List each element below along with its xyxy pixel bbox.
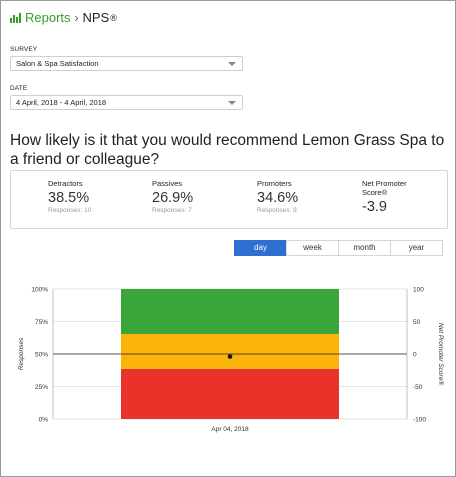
stat-value: -3.9 <box>362 199 387 215</box>
stat-label: Promoters <box>257 179 292 188</box>
stat-value: 34.6% <box>257 190 299 206</box>
y-axis-title: Responses <box>18 337 25 370</box>
survey-label: SURVEY <box>10 46 38 53</box>
chevron-down-icon <box>228 101 236 105</box>
chevron-down-icon <box>228 62 236 66</box>
y-tick-label: 25% <box>35 384 48 391</box>
bar-passives <box>121 333 339 369</box>
stat-detractors: Detractors 38.5% Responses: 10 <box>48 179 91 214</box>
bar-detractors <box>121 368 339 419</box>
survey-select[interactable]: Salon & Spa Satisfaction <box>10 56 243 71</box>
app-window: Reports › NPS ® SURVEY Salon & Spa Satis… <box>0 0 456 477</box>
y2-axis-title: Net Promoter Score® <box>437 323 445 385</box>
period-week-button[interactable]: week <box>286 240 339 256</box>
survey-select-value: Salon & Spa Satisfaction <box>16 59 99 68</box>
nps-chart: 0% 25% 50% 75% 100% -100 -50 0 50 100 Responses Net… <box>18 287 445 434</box>
stat-nps: Net Promoter Score® -3.9 <box>362 179 432 215</box>
registered-mark: ® <box>110 12 117 23</box>
stat-label: Net Promoter Score® <box>362 179 407 197</box>
nps-point <box>227 354 233 359</box>
period-day-button[interactable]: day <box>234 240 287 256</box>
breadcrumb: Reports › NPS ® <box>10 10 117 25</box>
stat-responses: Responses: 10 <box>48 207 92 214</box>
x-tick-label: Apr 04, 2018 <box>211 426 249 433</box>
y-tick-label: 0% <box>39 417 49 424</box>
stat-promoters: Promoters 34.6% Responses: 9 <box>257 179 298 214</box>
y2-tick-label: 100 <box>413 287 424 294</box>
y2-tick-label: -100 <box>413 417 426 424</box>
stat-value: 26.9% <box>152 190 194 206</box>
y2-tick-label: 0 <box>413 352 417 359</box>
y-tick-label: 50% <box>35 352 48 359</box>
period-month-button[interactable]: month <box>338 240 391 256</box>
stat-label: Passives <box>152 179 183 188</box>
y-tick-label: 75% <box>35 319 48 326</box>
stat-responses: Responses: 7 <box>152 207 192 214</box>
period-selector: day week month year <box>234 240 443 256</box>
y-tick-label: 100% <box>31 287 48 294</box>
bar-chart-icon <box>10 12 21 23</box>
breadcrumb-separator: › <box>74 10 79 25</box>
survey-question: How likely is it that you would recommen… <box>10 132 445 168</box>
stat-label: Detractors <box>48 179 83 188</box>
stat-passives: Passives 26.9% Responses: 7 <box>152 179 193 214</box>
date-select[interactable]: 4 April, 2018 - 4 April, 2018 <box>10 95 243 110</box>
date-label: DATE <box>10 85 28 92</box>
date-select-value: 4 April, 2018 - 4 April, 2018 <box>16 98 107 107</box>
stat-responses: Responses: 9 <box>257 207 297 214</box>
y2-tick-label: 50 <box>413 319 421 326</box>
stat-value: 38.5% <box>48 190 90 206</box>
breadcrumb-reports-link[interactable]: Reports <box>25 10 71 25</box>
bar-promoters <box>121 289 339 334</box>
y2-tick-label: -50 <box>413 384 423 391</box>
page-title: NPS <box>82 10 110 25</box>
period-year-button[interactable]: year <box>390 240 443 256</box>
nps-stats-panel: Detractors 38.5% Responses: 10 Passives … <box>10 170 448 229</box>
